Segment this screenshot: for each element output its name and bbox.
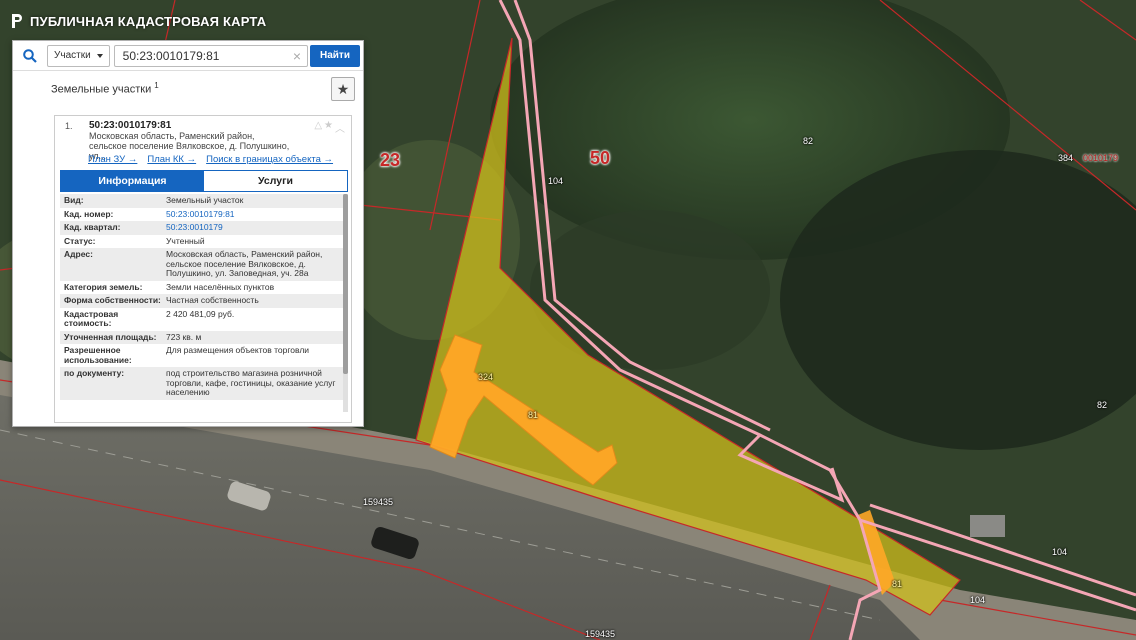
- property-key: Кадастровая стоимость:: [64, 308, 119, 328]
- property-value: Для размещения объектов торговли: [166, 345, 310, 355]
- district-label-23: 23: [380, 150, 401, 170]
- parcel-label: 0010179: [1083, 153, 1119, 163]
- result-card: 1. 50:23:0010179:81 Московская область, …: [54, 115, 352, 423]
- object-type-select[interactable]: Участки: [47, 44, 110, 67]
- app-header: ПУБЛИЧНАЯ КАДАСТРОВАЯ КАРТА: [10, 10, 266, 32]
- property-row: Адрес: Московская область, Раменский райо…: [60, 248, 343, 281]
- road-label: 159435: [585, 629, 616, 639]
- property-value: Московская область, Раменский район, сел…: [166, 249, 323, 278]
- property-value: под строительство магазина розничной тор…: [166, 368, 336, 397]
- building-label: 81: [528, 410, 539, 420]
- property-key: Вид:: [64, 195, 84, 205]
- property-value: Учтенный: [166, 235, 205, 246]
- property-value: 2 420 481,09 руб.: [166, 308, 235, 319]
- results-section-title: Земельные участки 1: [51, 80, 159, 96]
- property-key: Адрес:: [64, 249, 93, 259]
- results-section-header: Земельные участки 1 ★: [13, 71, 363, 109]
- search-query: 50:23:0010179:81: [122, 48, 220, 63]
- property-row: Кадастровая стоимость: 2 420 481,09 руб.: [60, 308, 343, 331]
- property-key: Кад. номер:: [64, 208, 114, 219]
- result-cadastral-id: 50:23:0010179:81: [89, 120, 172, 131]
- scrollbar-thumb[interactable]: [343, 194, 348, 374]
- property-key: Уточненная площадь:: [64, 331, 157, 342]
- property-row: по документу: под строительство магазина …: [60, 367, 343, 400]
- result-number: 1.: [65, 121, 73, 131]
- property-key: Категория земель:: [64, 281, 143, 292]
- parcel-label: 81: [892, 579, 903, 589]
- plan-kk-link[interactable]: План КК →: [147, 154, 196, 165]
- property-row: Кад. номер: 50:23:0010179:81: [60, 208, 343, 222]
- chevron-down-icon: [96, 53, 103, 58]
- property-value: 723 кв. м: [166, 331, 202, 342]
- parcel-label: 82: [1097, 400, 1108, 410]
- property-value: Земельный участок: [166, 195, 244, 205]
- card-tabs: Информация Услуги: [60, 170, 348, 192]
- find-button[interactable]: Найти: [310, 44, 360, 67]
- property-key: Форма собственности:: [64, 295, 161, 305]
- property-key: Кад. квартал:: [64, 222, 121, 232]
- warning-icon[interactable]: △: [314, 120, 322, 135]
- property-row: Вид: Земельный участок: [60, 194, 343, 208]
- tab-services[interactable]: Услуги: [204, 171, 347, 191]
- results-count: 1: [154, 80, 159, 90]
- property-value: Частная собственность: [166, 295, 259, 305]
- result-links: План ЗУ → План КК → Поиск в границах объ…: [88, 154, 333, 165]
- result-actions: △ ★ ︿: [314, 120, 345, 135]
- parcel-label: 104: [970, 595, 986, 605]
- plan-zu-link[interactable]: План ЗУ →: [88, 154, 137, 165]
- property-row: Уточненная площадь: 723 кв. м: [60, 330, 343, 344]
- object-type-label: Участки: [54, 50, 91, 61]
- clear-icon[interactable]: ×: [293, 48, 301, 64]
- favorites-button[interactable]: ★: [331, 77, 355, 101]
- search-bar: Участки 50:23:0010179:81 × Найти: [13, 41, 363, 71]
- parcel-label: 104: [1052, 547, 1068, 557]
- property-key: Статус:: [64, 235, 96, 246]
- parcel-label: 104: [548, 176, 564, 186]
- property-row: Форма собственности: Частная собственност…: [60, 294, 343, 308]
- property-value[interactable]: 50:23:0010179:81: [166, 209, 339, 220]
- road-label: 159435: [363, 497, 394, 507]
- property-value[interactable]: 50:23:0010179: [166, 222, 339, 233]
- property-key: по документу:: [64, 368, 125, 378]
- properties-rows: Вид: Земельный участок Кад. номер: 50:23:00…: [60, 194, 348, 400]
- property-key: Разрешенное использование:: [64, 345, 132, 365]
- properties-table: Вид: Земельный участок Кад. номер: 50:23:00…: [60, 194, 348, 422]
- parcel-label: 384: [1058, 153, 1074, 163]
- property-row: Статус: Учтенный: [60, 235, 343, 249]
- properties-scrollbar[interactable]: [343, 194, 348, 412]
- search-in-bounds-link[interactable]: Поиск в границах объекта →: [206, 154, 333, 165]
- rosreestr-logo-icon: [12, 14, 22, 28]
- shed: [970, 515, 1005, 537]
- search-icon[interactable]: [13, 41, 47, 71]
- app-title: ПУБЛИЧНАЯ КАДАСТРОВАЯ КАРТА: [30, 13, 267, 29]
- tab-info[interactable]: Информация: [61, 171, 204, 191]
- star-icon[interactable]: ★: [324, 120, 333, 135]
- property-value: Земли населённых пунктов: [166, 281, 275, 292]
- search-input[interactable]: 50:23:0010179:81 ×: [113, 44, 308, 67]
- property-row: Категория земель: Земли населённых пункто…: [60, 281, 343, 295]
- chevron-up-icon[interactable]: ︿: [335, 120, 345, 135]
- star-icon: ★: [336, 80, 350, 97]
- search-panel: Участки 50:23:0010179:81 × Найти Земельн…: [12, 40, 364, 427]
- property-row: Кад. квартал: 50:23:0010179: [60, 221, 343, 235]
- parcel-label: 82: [803, 136, 814, 146]
- district-label-50: 50: [590, 148, 611, 168]
- property-row: Разрешенное использование: Для размещения…: [60, 344, 343, 367]
- building-label: 324: [478, 372, 494, 382]
